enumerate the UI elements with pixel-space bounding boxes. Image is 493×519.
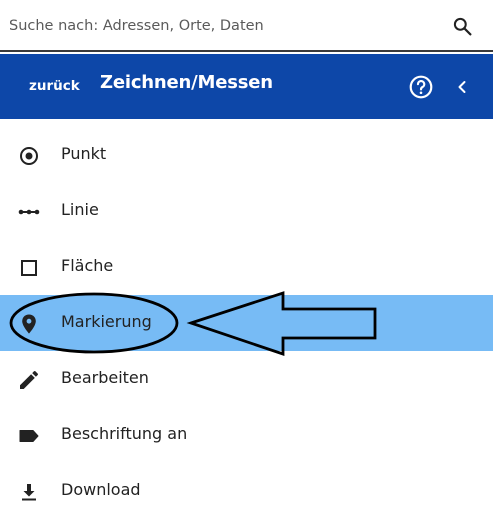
menu-item-label: Download bbox=[61, 480, 141, 499]
label-tag-icon bbox=[19, 430, 39, 442]
menu-item-label: Bearbeiten bbox=[61, 368, 149, 387]
menu-item-flaeche[interactable]: Fläche bbox=[0, 239, 493, 295]
search-icon[interactable] bbox=[452, 16, 473, 37]
help-circle-icon[interactable] bbox=[408, 74, 434, 100]
pencil-icon bbox=[20, 371, 38, 389]
draw-tools-menu: Punkt Linie Fläche Markierung Bearbeiten bbox=[0, 127, 493, 519]
menu-item-markierung[interactable]: Markierung bbox=[0, 295, 493, 351]
download-icon bbox=[22, 484, 36, 501]
panel-header: zurück Zeichnen/Messen bbox=[0, 54, 493, 119]
menu-item-beschriftung[interactable]: Beschriftung an bbox=[0, 407, 493, 463]
line-icon bbox=[18, 209, 40, 215]
menu-item-label: Punkt bbox=[61, 144, 107, 163]
chevron-left-icon[interactable] bbox=[452, 76, 472, 98]
back-link[interactable]: zurück bbox=[29, 78, 80, 94]
square-outline-icon bbox=[21, 260, 37, 276]
menu-item-label: Linie bbox=[61, 200, 99, 219]
search-bar bbox=[0, 0, 493, 52]
page-title: Zeichnen/Messen bbox=[100, 72, 273, 93]
menu-item-label: Markierung bbox=[61, 312, 152, 331]
menu-item-bearbeiten[interactable]: Bearbeiten bbox=[0, 351, 493, 407]
menu-item-label: Beschriftung an bbox=[61, 424, 188, 443]
search-input[interactable] bbox=[9, 12, 429, 40]
menu-item-punkt[interactable]: Punkt bbox=[0, 127, 493, 183]
menu-item-linie[interactable]: Linie bbox=[0, 183, 493, 239]
menu-item-label: Fläche bbox=[61, 256, 114, 275]
point-radio-icon bbox=[20, 147, 38, 165]
menu-item-download[interactable]: Download bbox=[0, 463, 493, 519]
map-marker-icon bbox=[22, 314, 36, 334]
